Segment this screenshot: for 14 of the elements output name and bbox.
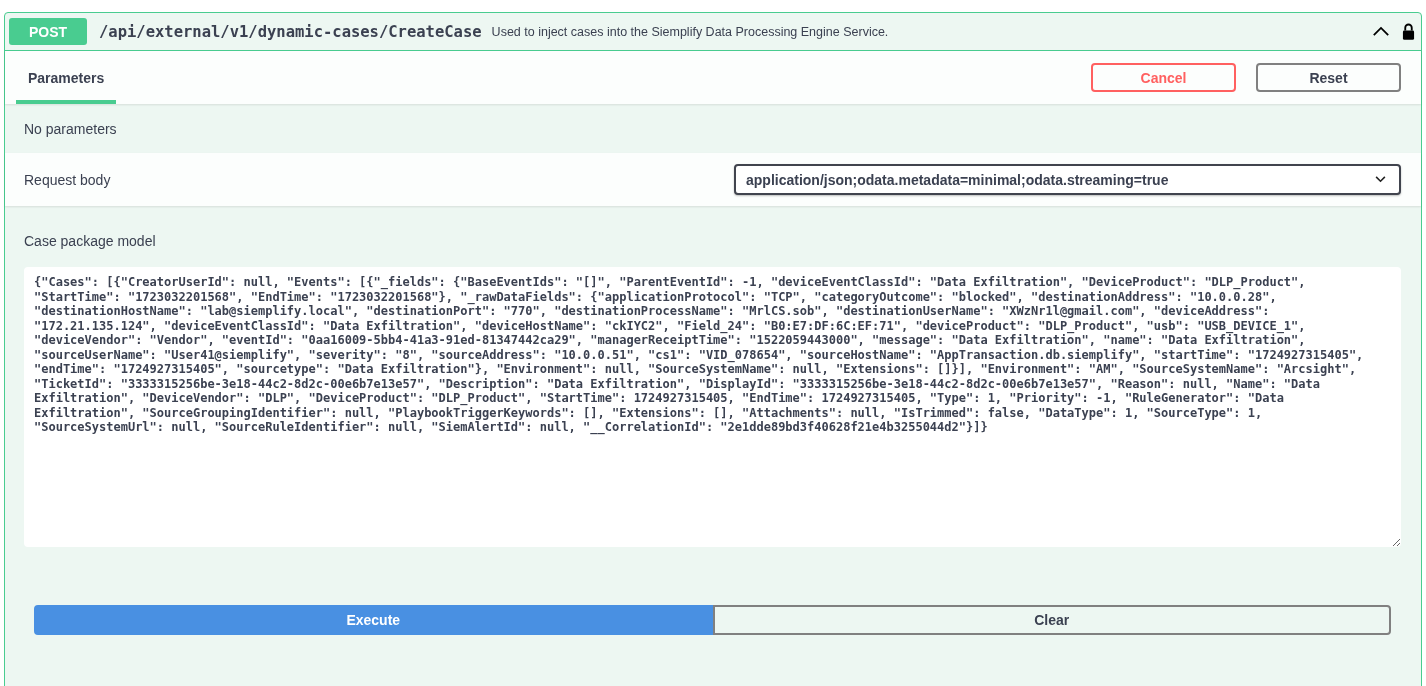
parameters-tab[interactable]: Parameters [16,51,117,104]
collapse-chevron-icon[interactable] [1372,26,1390,37]
model-label: Case package model [24,233,157,249]
endpoint-description: Used to inject cases into the Siemplify Data Processing Engine Service. [491,24,890,39]
endpoint-path: /api/external/v1/dynamic-cases/CreateCase [99,22,482,41]
content-type-select[interactable]: application/json;odata.metadata=minimal;odata.streaming=true [734,164,1401,195]
no-parameters-text: No parameters [24,120,117,137]
caret-icon [1375,176,1386,183]
reset-button[interactable]: Reset [1256,63,1401,92]
request-body-editor[interactable]: {"Cases": [{"CreatorUserId": null, "Events": [{"_fields": {"BaseEventIds": "[]", "ParentEventId": -1, "deviceEventClassId": "Data Exfiltration", "DeviceProduct": "DLP_Product", "StartTime": "1723032201568", "EndTime": "1723032201568"}, "_rawDataFields": {"applicationProtocol": "TCP", "categoryOutcome": "blocked", "destinationAddress": "10.0.0.28", "destinationHostName": "lab@siemplify.local", "destinationPort": "770", "destinationProcessName": "MrlCS.sob", "destinationUserName": "XWzNr1l@gmail.com", "deviceAddress": "172.21.135.124", "deviceEventClassId": "Data Exfiltration", "deviceHostName": "ckIYC2", "Field_24": "B0:E7:DF:6C:EF:71", "deviceProduct": "DLP_Product", "usb": "USB_DEVICE_1", "deviceVendor": "Vendor", "eventId": "0aa16009-5bb4-41a3-91ed-81347442ca29", "managerReceiptTime": "1522059443000", "message": "Data Exfiltration", "name": "Data Exfiltration", "sourceUserName": "User41@siemplify", "severity": "8", "sourceAddress": "10.0.0.51", "cs1": "VID_078654", "sourceHostName": "AppTransaction.db.siemplify", "startTime": "1724927315405", "endTime": "1724927315405", "sourcetype": "Data Exfiltration"}, "Environment": null, "SourceSystemName": null, "Extensions": []}], "Environment": "AM", "SourceSystemName": "Arcsight", "TicketId": "3333315256be-3e18-44c2-8d2c-00e6b7e13e57", "Description": "Data Exfiltration", "DisplayId": "3333315256be-3e18-44c2-8d2c-00e6b7e13e57", "Reason": null, "Name": "Data Exfiltration", "DeviceVendor": "DLP", "DeviceProduct": "DLP_Product", "StartTime": 1724927315405, "EndTime": 1724927315405, "Type": 1, "Priority": -1, "RuleGenerator": "Data Exfiltration", "SourceGroupingIdentifier": null, "PlaybookTriggerKeywords": [], "Extensions": [], "Attachments": null, "IsTrimmed": false, "DataType": 1, "SourceType": 1, "SourceSystemUrl": null, "SourceRuleIdentifier": null, "SiemAlertId": null, "__CorrelationId": "2e1dde89bd3f40628f21e4b3255044d2"}]} [24,267,1401,547]
method-badge: POST [9,18,87,45]
clear-button[interactable]: Clear [712,605,1391,635]
lock-icon[interactable] [1402,23,1415,40]
request-body-label: Request body [24,171,111,188]
